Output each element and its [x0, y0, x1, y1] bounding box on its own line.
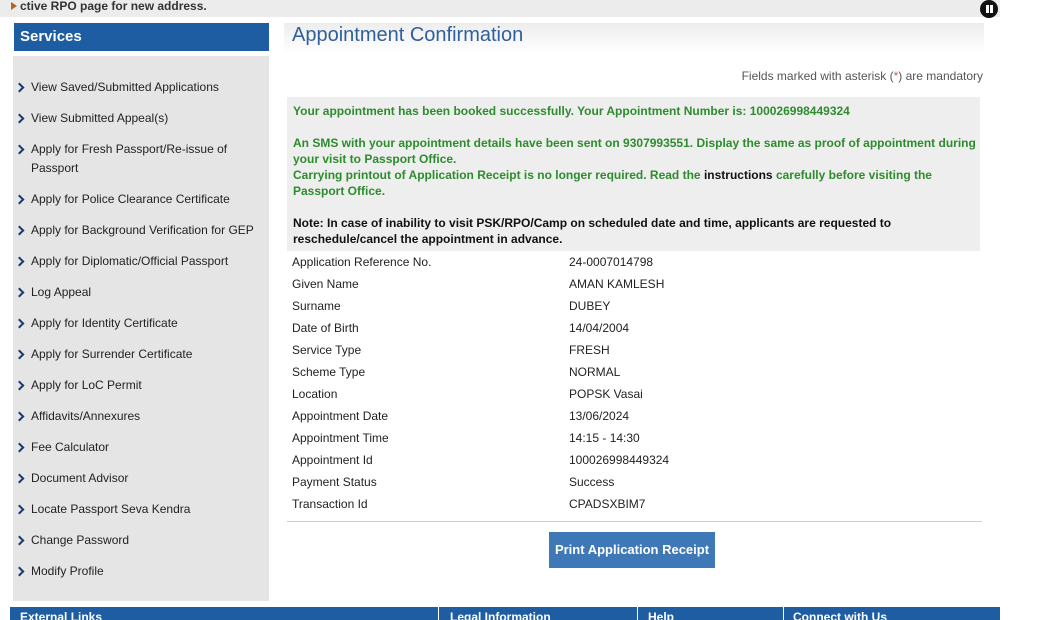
sidebar-item-log-appeal[interactable]: Log Appeal [14, 283, 91, 302]
chevron-right-icon [14, 256, 25, 267]
sidebar-item-document-advisor[interactable]: Document Advisor [14, 469, 128, 488]
detail-value: POPSK Vasai [569, 387, 643, 401]
chevron-right-icon [14, 504, 25, 515]
printout-message: Carrying printout of Application Receipt… [293, 167, 981, 199]
news-ticker: ctive RPO page for new address. [0, 0, 1000, 17]
printout-text: Carrying printout of Application Receipt… [293, 168, 704, 182]
detail-value: 100026998449324 [569, 453, 670, 467]
instructions-link[interactable]: instructions [704, 168, 773, 182]
sidebar-item-apply-background-verification[interactable]: Apply for Background Verification for GE… [14, 221, 254, 240]
detail-label: Service Type [292, 343, 362, 357]
sidebar-item-fee-calculator[interactable]: Fee Calculator [14, 438, 109, 457]
chevron-right-icon [14, 194, 25, 205]
footer-external-links[interactable]: External Links [20, 607, 102, 620]
footer-bar: External Links Legal Information Help Co… [10, 607, 1000, 620]
chevron-right-icon [14, 535, 25, 546]
sidebar-item-apply-surrender-certificate[interactable]: Apply for Surrender Certificate [14, 345, 192, 364]
sidebar-item-locate-psk[interactable]: Locate Passport Seva Kendra [14, 500, 190, 519]
chevron-right-icon [14, 225, 25, 236]
detail-value: FRESH [569, 343, 610, 357]
divider [287, 521, 982, 522]
chevron-right-icon [14, 287, 25, 298]
chevron-right-icon [14, 82, 25, 93]
footer-legal-information[interactable]: Legal Information [450, 607, 551, 620]
detail-label: Appointment Date [292, 409, 389, 423]
sidebar-item-apply-loc-permit[interactable]: Apply for LoC Permit [14, 376, 142, 395]
detail-label: Appointment Time [292, 431, 389, 445]
detail-label: Date of Birth [292, 321, 359, 335]
chevron-right-icon [14, 380, 25, 391]
sidebar-item-view-saved-applications[interactable]: View Saved/Submitted Applications [14, 78, 219, 97]
detail-label: Scheme Type [292, 365, 366, 379]
chevron-right-icon [14, 144, 25, 155]
pause-icon[interactable] [980, 0, 998, 18]
sidebar-item-apply-fresh-passport[interactable]: Apply for Fresh Passport/Re-issue of Pas… [14, 140, 256, 178]
detail-label: Location [292, 387, 338, 401]
chevron-right-icon [14, 318, 25, 329]
sms-message: An SMS with your appointment details hav… [293, 136, 976, 166]
mandatory-note: Fields marked with asterisk (*) are mand… [742, 69, 983, 83]
chevron-right-icon [14, 473, 25, 484]
detail-value: Success [569, 475, 615, 489]
sidebar-item-modify-profile[interactable]: Modify Profile [14, 562, 104, 581]
detail-value: 14/04/2004 [569, 321, 630, 335]
confirmation-message-box: Your appointment has been booked success… [287, 97, 980, 251]
sidebar-item-change-password[interactable]: Change Password [14, 531, 129, 550]
detail-value: DUBEY [569, 299, 611, 313]
footer-divider [637, 607, 638, 620]
chevron-right-icon [14, 113, 25, 124]
chevron-right-icon [14, 349, 25, 360]
detail-value: 13/06/2024 [569, 409, 630, 423]
detail-value: NORMAL [569, 365, 621, 379]
detail-label: Surname [292, 299, 341, 313]
footer-divider [783, 607, 784, 620]
sidebar-item-apply-pcc[interactable]: Apply for Police Clearance Certificate [14, 190, 230, 209]
print-application-receipt-button[interactable]: Print Application Receipt [549, 532, 715, 568]
detail-label: Transaction Id [292, 497, 368, 511]
detail-label: Application Reference No. [292, 255, 432, 269]
sidebar-item-view-submitted-appeals[interactable]: View Submitted Appeal(s) [14, 109, 168, 128]
sidebar-item-apply-diplomatic-passport[interactable]: Apply for Diplomatic/Official Passport [14, 252, 228, 271]
services-header: Services [14, 23, 269, 51]
ticker-arrow-icon [11, 2, 17, 10]
chevron-right-icon [14, 411, 25, 422]
chevron-right-icon [14, 442, 25, 453]
mandatory-note-prefix: Fields marked with asterisk ( [741, 69, 894, 83]
footer-divider [438, 607, 439, 620]
detail-value: CPADSXBIM7 [569, 497, 646, 511]
footer-connect-with-us[interactable]: Connect with Us [793, 607, 887, 620]
sidebar-item-affidavits[interactable]: Affidavits/Annexures [14, 407, 140, 426]
detail-label: Appointment Id [292, 453, 373, 467]
detail-label: Payment Status [292, 475, 377, 489]
footer-help[interactable]: Help [648, 607, 674, 620]
booked-message: Your appointment has been booked success… [293, 104, 850, 118]
detail-value: 14:15 - 14:30 [569, 431, 640, 445]
sidebar-item-apply-identity-certificate[interactable]: Apply for Identity Certificate [14, 314, 178, 333]
page-title: Appointment Confirmation [292, 24, 524, 46]
mandatory-note-suffix: ) are mandatory [898, 69, 983, 83]
ticker-text: ctive RPO page for new address. [20, 0, 207, 13]
detail-label: Given Name [292, 277, 359, 291]
detail-value: AMAN KAMLESH [569, 277, 665, 291]
detail-value: 24-0007014798 [569, 255, 654, 269]
chevron-right-icon [14, 566, 25, 577]
note-message: Note: In case of inability to visit PSK/… [293, 216, 892, 246]
